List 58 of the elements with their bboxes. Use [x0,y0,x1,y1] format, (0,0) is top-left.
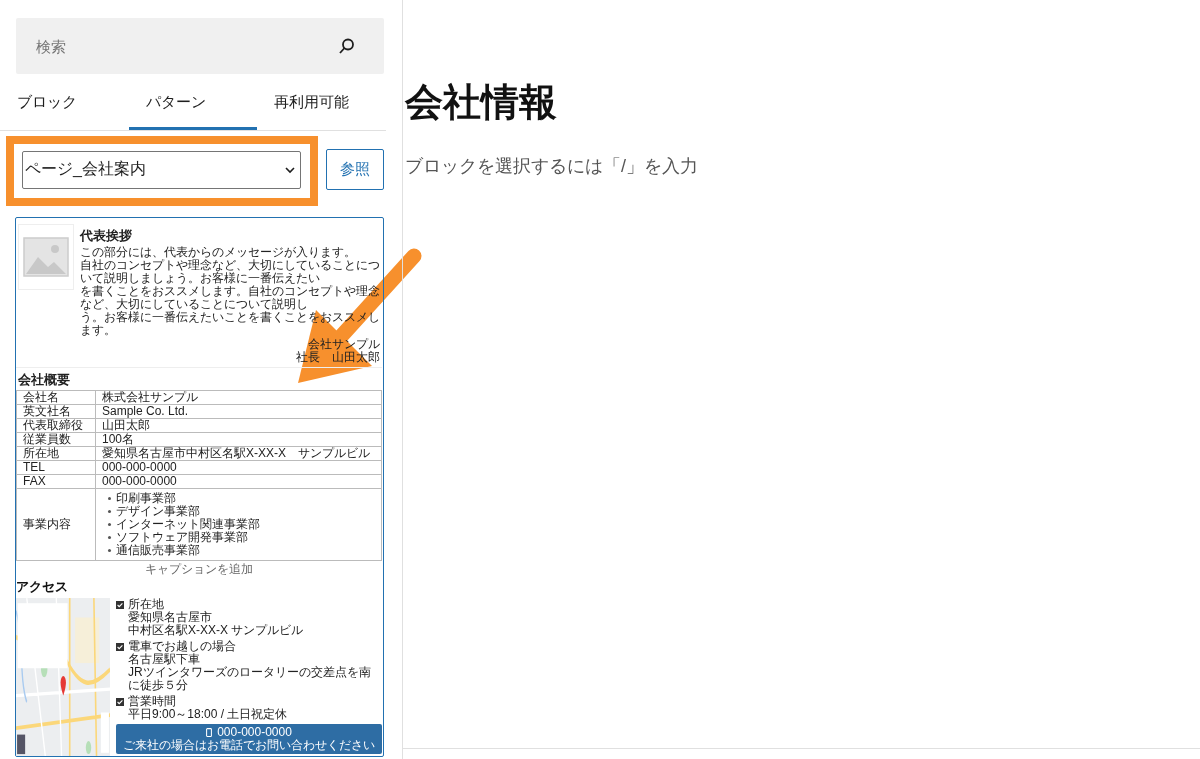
table-caption: キャプションを追加 [144,563,254,576]
browse-button[interactable]: 参照 [326,149,384,190]
table-cell: 山田太郎 [95,418,382,433]
checkbox-icon [116,600,124,609]
tab[interactable]: パターン [128,74,258,130]
checkbox-icon [116,642,124,651]
detail-text: JRツインタワーズのロータリーの交差点を南に徒歩５分 [127,666,372,692]
table-cell: 代表取締役 [16,418,96,433]
tab[interactable]: 再利用可能 [257,74,386,130]
detail-heading: 電車でお越しの場合 [128,640,236,653]
table-cell: Sample Co. Ltd. [95,404,382,419]
phone-number: 000-000-0000 [217,726,292,739]
table-cell: 英文社名 [16,404,96,419]
tab[interactable]: ブロック [0,74,129,130]
table-cell: 所在地 [16,446,96,461]
phone-note: ご来社の場合はお電話でお問い合わせください [123,739,375,752]
search-icon[interactable] [338,37,356,55]
table-cell: FAX [16,474,96,489]
list-item: ソフトウェア開発事業部 [116,531,248,544]
detail-heading: 所在地 [128,598,164,611]
category-dropdown[interactable]: ページ_会社案内 [22,150,302,189]
bullet-icon [108,536,111,539]
bullet-icon [108,510,111,513]
detail-text: 平日9:00～18:00 / 土日祝定休 [127,708,289,721]
table-cell: 従業員数 [16,432,96,447]
table-cell: 000-000-0000 [95,474,382,489]
table-cell: 100名 [95,432,382,447]
section-heading: 会社概要 [18,372,71,387]
table-cell: 会社名 [16,390,96,405]
list-item: インターネット関連事業部 [116,518,260,531]
page-title[interactable]: 会社情報 [405,78,557,126]
bullet-icon [108,549,111,552]
phone-button[interactable]: 000-000-0000 ご来社の場合はお電話でお問い合わせください [116,724,382,754]
block-placeholder[interactable]: ブロックを選択するには「/」を入力 [405,154,698,178]
bullet-icon [108,523,111,526]
image-icon [23,237,69,277]
bullet-icon [108,497,111,500]
section-heading: アクセス [16,579,69,594]
detail-text: 愛知県名古屋市 [127,611,213,624]
checkbox-icon [116,697,124,706]
table-cell: TEL [16,460,96,475]
section-heading: 代表挨拶 [80,228,133,243]
chevron-down-icon [284,165,297,174]
list-item: デザイン事業部 [116,505,200,518]
search-field[interactable]: 検索 [16,18,384,74]
table-cell: 000-000-0000 [95,460,382,475]
table-cell: 愛知県名古屋市中村区名駅X-XX-X サンプルビル [95,446,382,461]
pattern-preview-card[interactable] [15,217,384,757]
list-item: 印刷事業部 [116,492,176,505]
table-cell: 株式会社サンプル [95,390,382,405]
phone-icon [206,728,213,737]
message-text: この部分には、代表からのメッセージが入ります。 [80,246,357,259]
message-text: 自社のコンセプトや理念など、大切にしていることについて説明しましょう。お客様に一番伝えたい [80,259,380,285]
detail-text: 中村区名駅X-XX-X サンプルビル [127,624,305,637]
detail-text: 名古屋駅下車 [127,653,201,666]
list-item: 通信販売事業部 [116,544,200,557]
table-cell: 事業内容 [16,488,96,561]
detail-heading: 営業時間 [128,695,176,708]
